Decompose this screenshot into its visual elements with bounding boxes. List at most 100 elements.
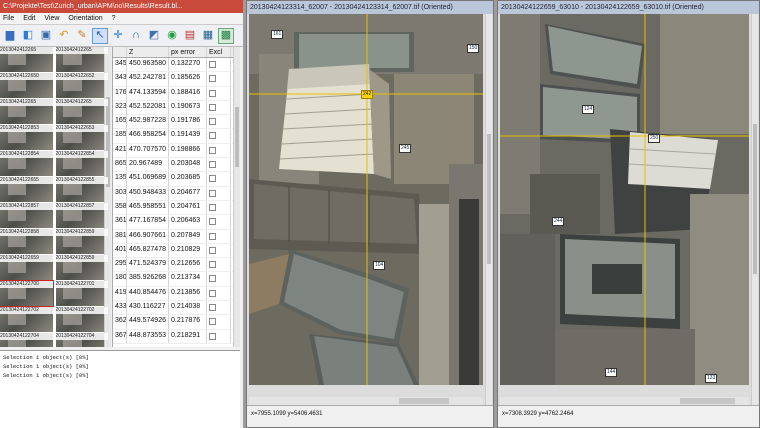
image-thumbnail[interactable]: 20130424122854 — [0, 151, 53, 176]
curve-icon[interactable]: ∩ — [128, 28, 144, 44]
save-icon[interactable]: ▣ — [38, 28, 54, 44]
tie-point-label[interactable]: 250 — [648, 134, 661, 143]
grid-icon[interactable]: ▩ — [218, 27, 234, 44]
image-thumbnail[interactable]: 20130424122650 — [0, 73, 53, 98]
tie-point-label[interactable]: 104 — [373, 261, 386, 270]
image-thumbnail[interactable]: 20130424122655 — [0, 177, 53, 202]
image-thumbnail[interactable]: 20130424122701 — [55, 281, 108, 306]
settings-icon[interactable]: ▤ — [182, 28, 198, 44]
image-thumbnail[interactable]: 20130424122702 — [0, 307, 53, 332]
tie-point-label[interactable]: 150 — [467, 44, 480, 53]
table-scrollbar[interactable] — [233, 47, 240, 347]
image-thumbnail[interactable]: 20130424122702 — [55, 307, 108, 332]
image-thumbnail[interactable]: 20130424122855 — [55, 177, 108, 202]
col-header-px-error[interactable]: px error — [169, 47, 207, 57]
image-thumbnail[interactable]: 2013042412265 — [0, 99, 53, 124]
import-icon[interactable]: ◧ — [20, 28, 36, 44]
menu-view[interactable]: View — [44, 15, 59, 22]
table-row[interactable]: 358 465.958551 0.204761 — [113, 200, 238, 216]
table-row[interactable]: 180 385.926268 0.213734 — [113, 272, 238, 287]
pointer-icon[interactable]: ↖ — [92, 27, 108, 44]
image-thumbnail[interactable]: 20130424122854 — [55, 151, 108, 176]
tie-point-label[interactable]: 133 — [705, 374, 718, 383]
exclude-checkbox[interactable] — [209, 175, 216, 183]
image-thumbnail[interactable]: 20130424122652 — [55, 73, 108, 98]
table-row[interactable]: 401 465.827478 0.210829 — [113, 243, 238, 259]
table-row[interactable]: 303 450.948433 0.204677 — [113, 186, 238, 201]
tie-point-label[interactable]: 244 — [552, 217, 565, 226]
tie-point-icon[interactable]: ◉ — [164, 28, 180, 44]
table-row[interactable]: 185 466.958254 0.191439 — [113, 129, 238, 144]
image-thumbnail[interactable]: 20130424122859 — [55, 255, 108, 280]
exclude-checkbox[interactable] — [209, 275, 216, 283]
erase-icon[interactable]: ◩ — [146, 28, 162, 44]
tie-point-label[interactable]: 161 — [271, 30, 284, 39]
table-row[interactable]: 361 477.167854 0.206463 — [113, 215, 238, 230]
exclude-checkbox[interactable] — [209, 118, 216, 126]
table-row[interactable]: 381 466.907661 0.207849 — [113, 229, 238, 244]
table-row[interactable]: 367 448.873553 0.218291 — [113, 329, 238, 344]
image-thumbnail[interactable]: 20130424122704 — [0, 333, 53, 347]
col-header-id[interactable] — [113, 47, 127, 57]
table-row[interactable]: 419 440.854476 0.213856 — [113, 286, 238, 302]
exclude-checkbox[interactable] — [209, 132, 216, 140]
table-row[interactable]: 433 430.116227 0.214038 — [113, 301, 238, 316]
thumbnail-scrollbar[interactable] — [104, 47, 111, 347]
run-icon[interactable]: ▦ — [200, 28, 216, 44]
col-header-z[interactable]: Z — [127, 47, 169, 57]
table-row[interactable]: 176 474.133594 0.188416 — [113, 86, 238, 101]
move-icon[interactable]: ✛ — [110, 28, 126, 44]
table-row[interactable]: 362 449.574926 0.217876 — [113, 315, 238, 330]
exclude-checkbox[interactable] — [209, 246, 216, 254]
col-header-excl[interactable]: Excl — [207, 47, 231, 57]
exclude-checkbox[interactable] — [209, 332, 216, 340]
image-1-hscroll[interactable] — [249, 397, 483, 405]
image-thumbnail[interactable]: 20130424122700 — [0, 280, 54, 307]
exclude-checkbox[interactable] — [209, 289, 216, 297]
exclude-checkbox[interactable] — [209, 203, 216, 211]
image-2-hscroll[interactable] — [500, 397, 749, 405]
exclude-checkbox[interactable] — [209, 304, 216, 312]
image-thumbnail[interactable]: 20130424122653 — [55, 125, 108, 150]
image-thumbnail[interactable]: 2013042412265 — [0, 47, 53, 72]
selected-tie-point-label[interactable]: 242 — [361, 90, 374, 99]
table-row[interactable]: 323 452.522081 0.190673 — [113, 100, 238, 116]
tie-point-label[interactable]: 144 — [605, 368, 618, 377]
table-row[interactable]: 865 20.967489 0.203048 — [113, 158, 238, 173]
exclude-checkbox[interactable] — [209, 89, 216, 97]
image-thumbnail[interactable]: 20130424122857 — [0, 203, 53, 228]
table-row[interactable]: 295 471.524379 0.212656 — [113, 258, 238, 273]
image-thumbnail[interactable]: 2013042412265 — [55, 47, 108, 72]
image-thumbnail[interactable]: 20130424122853 — [0, 125, 53, 150]
image-1-vscroll[interactable] — [485, 14, 492, 405]
menu-help[interactable]: ? — [112, 15, 116, 22]
tie-point-label[interactable]: 124 — [582, 105, 595, 114]
table-row[interactable]: 165 452.987228 0.191786 — [113, 115, 238, 130]
image-thumbnail[interactable]: 2013042412265 — [55, 99, 108, 124]
exclude-checkbox[interactable] — [209, 61, 216, 68]
table-row[interactable]: 345 450.963580 0.132270 — [113, 58, 238, 73]
exclude-checkbox[interactable] — [209, 161, 216, 169]
open-folder-icon[interactable]: ▆ — [2, 28, 18, 44]
menu-file[interactable]: File — [3, 15, 14, 22]
exclude-checkbox[interactable] — [209, 261, 216, 269]
image-thumbnail[interactable]: 20130424122858 — [0, 229, 53, 254]
image-thumbnail[interactable]: 20130424122659 — [0, 255, 53, 280]
exclude-checkbox[interactable] — [209, 103, 216, 111]
edit-icon[interactable]: ✎ — [74, 28, 90, 44]
undo-icon[interactable]: ↶ — [56, 28, 72, 44]
menu-orientation[interactable]: Orientation — [68, 15, 102, 22]
image-thumbnail[interactable]: 20130424122859 — [55, 229, 108, 254]
aerial-image-2[interactable]: 124 250 244 144 133 — [500, 14, 749, 405]
table-row[interactable]: 135 451.069689 0.203685 — [113, 172, 238, 187]
exclude-checkbox[interactable] — [209, 232, 216, 240]
exclude-checkbox[interactable] — [209, 218, 216, 226]
table-row[interactable]: 421 470.707570 0.198866 — [113, 143, 238, 159]
image-2-vscroll[interactable] — [751, 14, 758, 405]
tie-point-label[interactable]: 245 — [399, 144, 412, 153]
exclude-checkbox[interactable] — [209, 318, 216, 326]
exclude-checkbox[interactable] — [209, 146, 216, 154]
exclude-checkbox[interactable] — [209, 75, 216, 83]
table-row[interactable]: 343 452.242781 0.185626 — [113, 72, 238, 87]
aerial-image-1[interactable]: 161 150 242 245 104 — [249, 14, 483, 405]
